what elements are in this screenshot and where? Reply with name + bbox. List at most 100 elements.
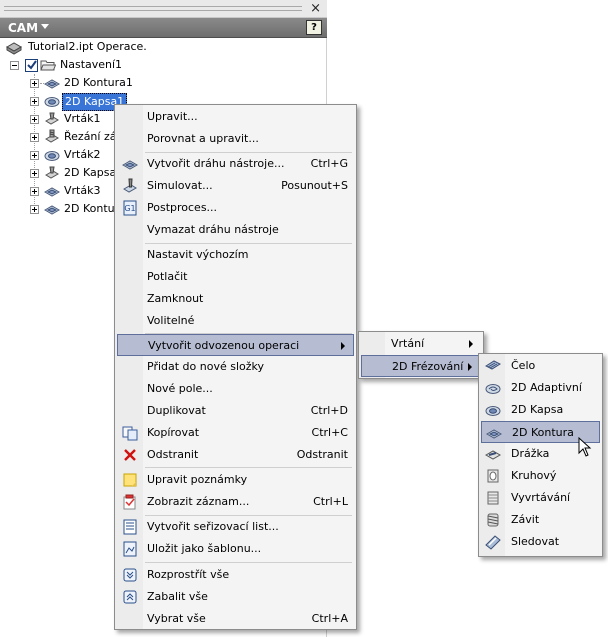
menu-item-collapse-all[interactable]: Zabalit vše <box>117 586 354 608</box>
contour-icon <box>486 429 502 439</box>
menu-item-label: Rozprostřít vše <box>147 568 230 581</box>
drag-grip[interactable] <box>4 6 302 11</box>
post-process-icon: G1 <box>123 200 137 216</box>
menu-item-label: Duplikovat <box>147 404 206 417</box>
menu-item-label: Nastavit výchozím <box>147 248 249 261</box>
menu-item-protect[interactable]: Zamknout <box>117 288 354 310</box>
part-icon <box>6 42 22 55</box>
close-icon[interactable]: × <box>310 1 321 16</box>
menu-item-label: Zamknout <box>147 292 204 305</box>
expand-icon[interactable] <box>30 169 39 178</box>
tree-op-label: 2D Kontura1 <box>64 76 133 89</box>
tree-root[interactable]: Tutorial2.ipt Operace. <box>6 38 306 56</box>
collapse-icon[interactable] <box>10 61 19 70</box>
menu-item-bore[interactable]: Vyvrtávání <box>481 487 600 509</box>
expand-icon[interactable] <box>30 133 39 142</box>
menu-item-face[interactable]: Čelo <box>481 355 600 377</box>
menu-item-2d-adaptive[interactable]: 2D Adaptivní <box>481 377 600 399</box>
menu-item-label: 2D Kapsa <box>511 403 564 416</box>
menu-item-optional[interactable]: Volitelné <box>117 310 354 332</box>
tree-op-label: Vrták1 <box>64 112 101 125</box>
menu-item-setup-sheet[interactable]: Vytvořit seřizovací list... <box>117 516 354 538</box>
menu-item-circular[interactable]: Kruhový <box>481 465 600 487</box>
copy-icon <box>122 426 138 441</box>
menu-item-post-process[interactable]: G1 Postproces... <box>117 197 354 219</box>
contour-icon <box>44 205 60 215</box>
menu-item-edit-notes[interactable]: Upravit poznámky <box>117 469 354 491</box>
submenu-arrow-icon <box>341 342 345 350</box>
tree-op-label: Vrták3 <box>64 184 101 197</box>
expand-icon[interactable] <box>30 187 39 196</box>
collapse-all-icon <box>123 590 137 604</box>
menu-item-delete[interactable]: Odstranit Odstranit <box>117 444 354 466</box>
menu-item-label: Upravit poznámky <box>147 473 248 486</box>
menu-item-label: 2D Adaptivní <box>511 381 582 394</box>
menu-separator <box>145 562 352 563</box>
menu-item-drilling[interactable]: Vrtání <box>361 333 481 355</box>
menu-item-suppress[interactable]: Potlačit <box>117 266 354 288</box>
submenu-derived-operation: Vrtání 2D Frézování <box>358 331 484 379</box>
menu-item-2d-pocket[interactable]: 2D Kapsa <box>481 399 600 421</box>
menu-item-label: Vytvořit seřizovací list... <box>147 520 279 533</box>
menu-item-label: Vymazat dráhu nástroje <box>147 223 279 236</box>
menu-item-2d-milling[interactable]: 2D Frézování <box>361 355 481 377</box>
svg-text:G1: G1 <box>124 204 135 213</box>
menu-item-generate-toolpath[interactable]: Vytvořit dráhu nástroje... Ctrl+G <box>117 153 354 175</box>
checkbox-checked-icon[interactable] <box>24 57 40 73</box>
thread-icon <box>487 513 499 527</box>
menu-item-shortcut: Odstranit <box>296 448 348 461</box>
drill-icon <box>45 112 59 125</box>
menu-item-clear-toolpath[interactable]: Vymazat dráhu nástroje <box>117 219 354 241</box>
pocket-icon <box>485 406 501 416</box>
menu-item-save-as-template[interactable]: Uložit jako šablonu... <box>117 538 354 560</box>
menu-item-label: Upravit... <box>147 110 198 123</box>
mouse-pointer-icon <box>578 437 592 457</box>
menu-item-new-pattern[interactable]: Nové pole... <box>117 378 354 400</box>
tree-setup[interactable]: Nastavení1 <box>8 56 308 74</box>
menu-item-label: Potlačit <box>147 270 188 283</box>
menu-item-edit[interactable]: Upravit... <box>117 106 354 128</box>
menu-item-create-derived-operation[interactable]: Vytvořit odvozenou operaci <box>117 334 354 356</box>
menu-item-expand-all[interactable]: Rozprostřít vše <box>117 564 354 586</box>
expand-icon[interactable] <box>30 115 39 124</box>
menu-item-label: Čelo <box>511 359 536 372</box>
circular-icon <box>487 469 499 483</box>
menu-item-thread[interactable]: Závit <box>481 509 600 531</box>
panel-title[interactable]: CAM <box>8 21 38 35</box>
tree-op[interactable]: 2D Kontura1 <box>28 74 288 92</box>
expand-icon[interactable] <box>30 151 39 160</box>
setup-sheet-icon <box>123 519 137 535</box>
delete-icon <box>124 449 136 461</box>
tree-op-label: 2D Kapsa <box>64 166 117 179</box>
menu-item-label: Postproces... <box>147 201 218 214</box>
menu-item-trace[interactable]: Sledovat <box>481 531 600 553</box>
panel-grip-bar[interactable]: × <box>0 0 327 18</box>
menu-item-duplicate[interactable]: Duplikovat Ctrl+D <box>117 400 354 422</box>
menu-item-label: Odstranit <box>147 448 199 461</box>
chevron-down-icon[interactable] <box>41 24 49 29</box>
help-icon[interactable]: ? <box>306 20 322 35</box>
adaptive-icon <box>485 384 501 394</box>
menu-item-show-log[interactable]: Zobrazit záznam... Ctrl+L <box>117 491 354 513</box>
menu-item-copy[interactable]: Kopírovat Ctrl+C <box>117 422 354 444</box>
menu-item-label: Vytvořit odvozenou operaci <box>148 339 300 352</box>
menu-item-label: Zabalit vše <box>147 590 208 603</box>
menu-item-set-default[interactable]: Nastavit výchozím <box>117 244 354 266</box>
menu-item-label: Volitelné <box>147 314 195 327</box>
tree-op-label: Řezání zá <box>64 130 117 143</box>
expand-all-icon <box>123 568 137 582</box>
menu-item-label: Vrtání <box>391 337 425 350</box>
menu-item-shortcut: Ctrl+C <box>311 426 348 439</box>
expand-icon[interactable] <box>30 79 39 88</box>
menu-item-compare-edit[interactable]: Porovnat a upravit... <box>117 128 354 150</box>
menu-item-shortcut: Posunout+S <box>281 179 348 192</box>
menu-item-shortcut: Ctrl+G <box>310 157 348 170</box>
expand-icon[interactable] <box>30 97 39 106</box>
menu-item-select-all[interactable]: Vybrat vše Ctrl+A <box>117 608 354 630</box>
menu-item-add-to-new-folder[interactable]: Přidat do nové složky <box>117 356 354 378</box>
notes-icon <box>123 473 137 487</box>
menu-item-simulate[interactable]: Simulovat... Posunout+S <box>117 175 354 197</box>
menu-item-label: Kopírovat <box>147 426 200 439</box>
slot-icon <box>485 450 501 460</box>
expand-icon[interactable] <box>30 205 39 214</box>
